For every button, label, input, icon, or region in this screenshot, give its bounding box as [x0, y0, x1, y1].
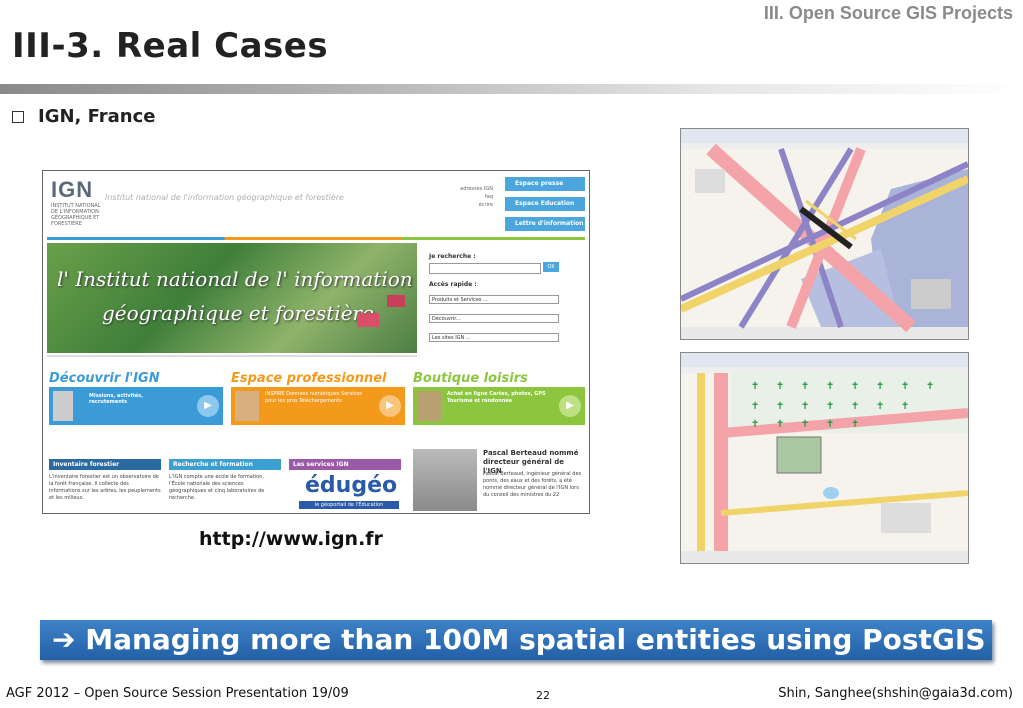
svg-text:✝: ✝: [876, 401, 884, 412]
tab-services[interactable]: Les services IGN: [289, 459, 401, 470]
svg-text:✝: ✝: [751, 401, 759, 412]
building-thumbnail: [53, 391, 73, 421]
ign-logo: IGN: [51, 177, 94, 202]
edugeo-subtitle: le géoportail de l'Éducation: [299, 501, 399, 509]
page-number: 22: [536, 689, 550, 702]
panel-text: Achat en ligne Cartes, photos, GPS Touri…: [447, 391, 546, 404]
edugeo-logo[interactable]: édugéo: [305, 473, 397, 498]
section-header: III. Open Source GIS Projects: [763, 3, 1013, 23]
roof-shape: [357, 313, 379, 327]
ign-website-screenshot: IGN INSTITUT NATIONAL DE L'INFORMATION G…: [42, 170, 590, 514]
map-2-graphic: ✝ ✝ ✝ ✝ ✝ ✝ ✝ ✝ ✝ ✝ ✝ ✝ ✝ ✝ ✝ ✝ ✝ ✝ ✝ ✝: [681, 353, 968, 563]
ign-tagline: Institut national de l'information géogr…: [105, 193, 344, 202]
arrow-right-icon[interactable]: ▶: [559, 395, 581, 417]
search-input[interactable]: [429, 263, 541, 274]
map-screenshot-1: [680, 128, 969, 340]
svg-text:✝: ✝: [826, 381, 834, 392]
select-products[interactable]: Produits et Services ...: [429, 295, 559, 304]
bullet-checkbox-icon: [12, 111, 24, 123]
forest-text: L'inventaire forestier est un observatoi…: [49, 474, 161, 501]
svg-text:✝: ✝: [826, 419, 834, 430]
panel-text: INSPIRE Données numériques Services pour…: [265, 391, 363, 404]
section-panel-discover[interactable]: Missions, activités, recrutements ▶: [49, 387, 223, 425]
svg-text:✝: ✝: [776, 419, 784, 430]
svg-text:✝: ✝: [901, 381, 909, 392]
divider: [47, 355, 417, 357]
nav-button-newsletter[interactable]: Lettre d'information: [505, 217, 585, 231]
search-button[interactable]: OK: [543, 262, 559, 272]
portrait-photo: [413, 449, 477, 511]
svg-text:✝: ✝: [826, 401, 834, 412]
bullet-text: IGN, France: [38, 106, 156, 127]
top-link[interactable]: faq: [445, 193, 493, 201]
website-url[interactable]: http://www.ign.fr: [199, 528, 383, 550]
tab-research[interactable]: Recherche et formation: [169, 459, 281, 470]
key-message-text: ➔ Managing more than 100M spatial entiti…: [52, 623, 986, 656]
svg-text:✝: ✝: [801, 401, 809, 412]
section-panel-professional[interactable]: INSPIRE Données numériques Services pour…: [231, 387, 405, 425]
arrow-right-icon[interactable]: ▶: [197, 395, 219, 417]
hero-image: l' Institut national de l' information g…: [47, 243, 417, 353]
section-title-professional[interactable]: Espace professionnel: [231, 371, 387, 386]
svg-text:✝: ✝: [801, 381, 809, 392]
top-link[interactable]: adresses IGN: [445, 185, 493, 193]
section-title-discover[interactable]: Découvrir l'IGN: [49, 371, 160, 386]
map-screenshot-2: ✝ ✝ ✝ ✝ ✝ ✝ ✝ ✝ ✝ ✝ ✝ ✝ ✝ ✝ ✝ ✝ ✝ ✝ ✝ ✝: [680, 352, 969, 564]
svg-text:✝: ✝: [751, 381, 759, 392]
footer-event: AGF 2012 – Open Source Session Presentat…: [6, 686, 349, 701]
hands-thumbnail: [235, 391, 259, 421]
title-underline-bar: [0, 84, 1023, 94]
svg-text:✝: ✝: [776, 381, 784, 392]
hero-text-line1: l' Institut national de l' information: [57, 267, 413, 291]
svg-text:✝: ✝: [801, 419, 809, 430]
svg-text:✝: ✝: [851, 381, 859, 392]
arrow-right-icon[interactable]: ▶: [379, 395, 401, 417]
svg-text:✝: ✝: [876, 381, 884, 392]
select-sites[interactable]: Les sites IGN ...: [429, 333, 559, 342]
svg-text:✝: ✝: [851, 401, 859, 412]
section-title-shop[interactable]: Boutique loisirs: [413, 371, 528, 386]
svg-text:✝: ✝: [751, 419, 759, 430]
color-stripe: [47, 237, 585, 240]
svg-text:✝: ✝: [851, 419, 859, 430]
footer-author: Shin, Sanghee(shshin@gaia3d.com): [778, 686, 1013, 701]
ign-logo-subtitle: INSTITUT NATIONAL DE L'INFORMATION GÉOGR…: [51, 203, 101, 227]
top-link[interactable]: écrire: [445, 201, 493, 209]
select-discover[interactable]: Découvrir...: [429, 314, 559, 323]
news-text: Pascal Berteaud, ingénieur général des p…: [483, 471, 582, 498]
search-label: Je recherche :: [429, 253, 476, 260]
section-panel-shop[interactable]: Achat en ligne Cartes, photos, GPS Touri…: [413, 387, 585, 425]
quick-access-label: Accès rapide :: [429, 281, 477, 288]
svg-text:✝: ✝: [776, 401, 784, 412]
svg-text:✝: ✝: [926, 381, 934, 392]
panel-text: Missions, activités, recrutements: [89, 393, 144, 405]
nav-button-press[interactable]: Espace presse: [505, 177, 585, 191]
hikers-thumbnail: [417, 391, 441, 421]
svg-text:✝: ✝: [901, 401, 909, 412]
hero-text-line2: géographique et forestière: [102, 301, 374, 325]
slide-title: III-3. Real Cases: [12, 26, 329, 66]
map-1-graphic: [681, 129, 968, 339]
top-links: adresses IGN faq écrire: [445, 185, 493, 209]
roof-shape: [387, 295, 405, 307]
nav-button-education[interactable]: Espace Education: [505, 197, 585, 211]
tab-forest-inventory[interactable]: Inventaire forestier: [49, 459, 161, 470]
research-text: L'IGN compte une école de formation, l'É…: [169, 474, 265, 501]
